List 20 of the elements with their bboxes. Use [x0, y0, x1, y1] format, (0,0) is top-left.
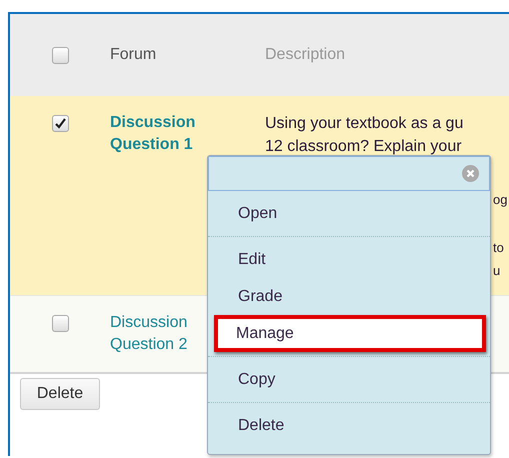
description-text: og: [493, 191, 508, 209]
menu-item[interactable]: Edit: [214, 241, 486, 278]
description-text: Using your textbook as a gu: [265, 114, 464, 134]
delete-button[interactable]: Delete: [20, 378, 100, 410]
description-text: to: [493, 239, 505, 257]
checkbox[interactable]: [52, 46, 68, 64]
clear-icon[interactable]: [462, 165, 479, 182]
description-text: u: [493, 262, 502, 280]
column-header: Description: [265, 46, 346, 64]
description-text: 12 classroom? Explain your: [265, 137, 462, 157]
menu-search-field[interactable]: [208, 156, 490, 191]
menu-item[interactable]: Grade: [214, 278, 486, 315]
checkbox[interactable]: [52, 315, 68, 332]
column-header: Forum: [110, 46, 156, 63]
menu-item[interactable]: Open: [214, 195, 486, 232]
menu-item[interactable]: Manage: [214, 315, 486, 352]
forum-link[interactable]: Discussion Question 1: [110, 112, 220, 156]
menu-item[interactable]: Delete: [214, 407, 486, 444]
checkbox[interactable]: [52, 115, 68, 132]
menu-item[interactable]: Copy: [214, 361, 486, 398]
